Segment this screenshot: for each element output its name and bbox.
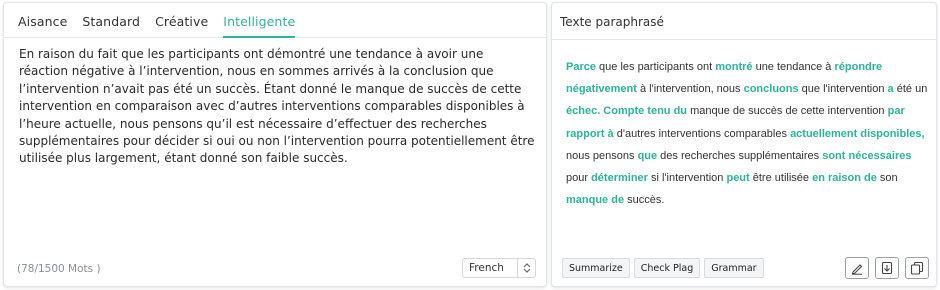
changed-word[interactable]: peut xyxy=(726,172,749,184)
text-segment: si l'intervention xyxy=(647,172,727,185)
changed-word[interactable]: en raison de xyxy=(812,172,877,184)
copy-icon[interactable] xyxy=(905,257,929,279)
text-segment: à l'intervention, nous xyxy=(636,83,744,96)
language-select[interactable]: French xyxy=(462,258,536,278)
tab-standard[interactable]: Standard xyxy=(82,3,140,38)
language-select-value: French xyxy=(469,262,504,274)
changed-word[interactable]: concluons xyxy=(744,83,799,95)
changed-word[interactable]: actuellement disponibles, xyxy=(790,128,924,140)
input-panel: Aisance Standard Créative Intelligente E… xyxy=(3,2,547,287)
check-plag-button[interactable]: Check Plag xyxy=(633,258,701,278)
paraphrased-text: Parce que les participants ont montré un… xyxy=(566,56,928,211)
changed-word[interactable]: manque de xyxy=(566,194,624,206)
text-segment: succès. xyxy=(624,194,665,207)
changed-word[interactable]: Parce xyxy=(566,61,596,73)
changed-word[interactable]: échec. Compte tenu du xyxy=(566,105,687,117)
mode-tabs: Aisance Standard Créative Intelligente xyxy=(4,3,546,38)
text-segment: pour xyxy=(566,172,592,185)
output-panel: Texte paraphrasé Parce que les participa… xyxy=(551,2,937,287)
download-icon[interactable] xyxy=(875,257,899,279)
text-segment: d'autres interventions comparables xyxy=(613,127,791,140)
text-segment: une tendance à xyxy=(752,61,835,73)
changed-word[interactable]: sont nécessaires xyxy=(822,150,911,162)
text-segment: manque de succès de cette intervention xyxy=(687,105,888,118)
changed-word[interactable]: montré xyxy=(715,61,752,73)
tab-intelligente[interactable]: Intelligente xyxy=(223,3,296,38)
output-icon-buttons xyxy=(845,257,929,279)
text-segment: que les participants ont xyxy=(595,61,716,73)
text-segment: nous pensons xyxy=(566,149,638,162)
action-buttons: Summarize Check Plag Grammar xyxy=(562,258,764,278)
text-segment: été un xyxy=(893,83,928,96)
text-segment: son xyxy=(876,172,898,185)
pen-icon[interactable] xyxy=(845,257,869,279)
output-title: Texte paraphrasé xyxy=(552,3,936,40)
word-counter: (78/1500 Mots ) xyxy=(17,263,101,275)
summarize-button[interactable]: Summarize xyxy=(562,258,630,278)
grammar-button[interactable]: Grammar xyxy=(704,258,764,278)
text-segment: des recherches supplémentaires xyxy=(657,149,823,162)
changed-word[interactable]: déterminer xyxy=(591,172,648,184)
text-segment: être utilisée xyxy=(749,172,813,185)
changed-word[interactable]: que xyxy=(638,150,658,162)
text-segment: que l'intervention xyxy=(798,83,888,96)
select-arrows-icon xyxy=(517,259,535,277)
tab-creative[interactable]: Créative xyxy=(155,3,208,38)
source-text-area[interactable]: En raison du fait que les participants o… xyxy=(19,46,535,168)
tab-aisance[interactable]: Aisance xyxy=(18,3,67,38)
